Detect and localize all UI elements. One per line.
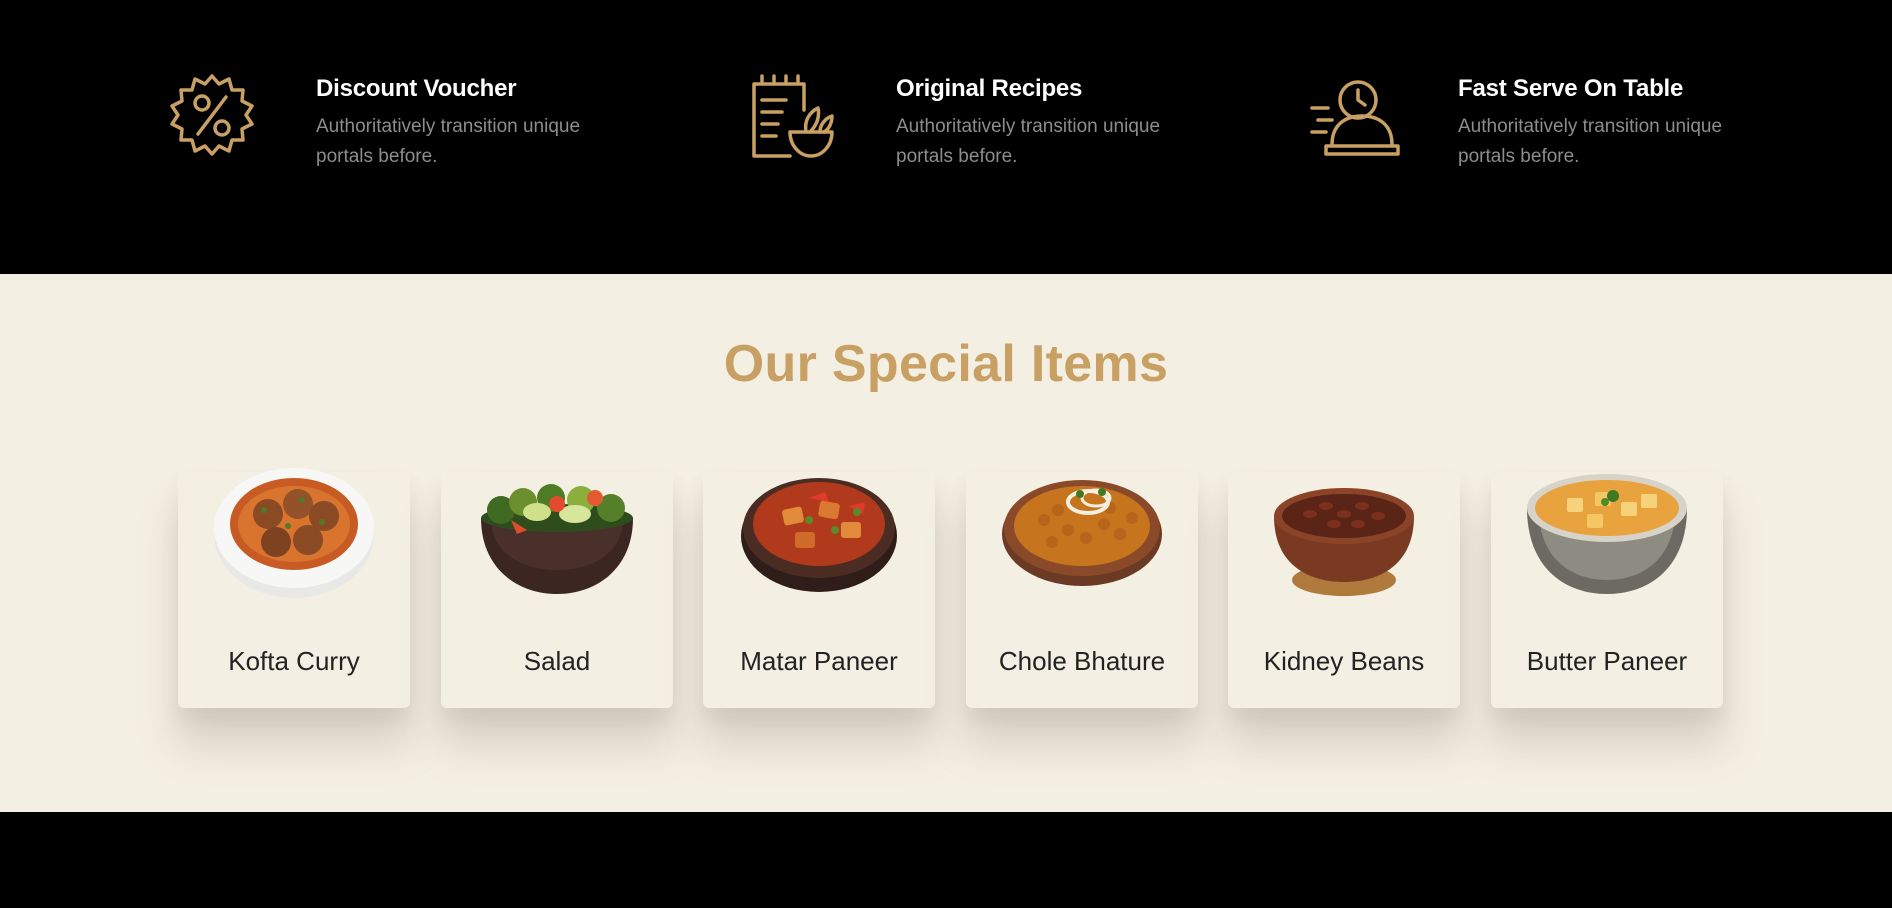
footer-band xyxy=(0,812,1892,908)
butter-paneer-image xyxy=(1517,458,1697,608)
recipe-notebook-icon xyxy=(746,70,838,162)
feature-title: Original Recipes xyxy=(896,75,1083,102)
feature-title: Discount Voucher xyxy=(316,75,517,102)
serving-cloche-clock-icon xyxy=(1308,70,1400,162)
menu-item-card[interactable]: Kofta Curry xyxy=(178,468,410,708)
feature-description: Authoritatively transition unique portal… xyxy=(1458,116,1723,167)
section-title: Our Special Items xyxy=(723,335,1169,393)
menu-item-name: Chole Bhature xyxy=(998,646,1166,676)
feature-title: Fast Serve On Table xyxy=(1458,75,1684,102)
menu-item-card[interactable]: Kidney Beans xyxy=(1228,472,1460,708)
menu-item-card[interactable]: Butter Paneer xyxy=(1491,472,1723,708)
feature-fast-serve: Fast Serve On Table Authoritatively tran… xyxy=(1308,70,1778,172)
matar-paneer-image xyxy=(729,458,909,608)
menu-item-name: Matar Paneer xyxy=(740,646,898,676)
discount-badge-icon xyxy=(166,70,258,162)
salad-image xyxy=(467,458,647,608)
feature-discount-voucher: Discount Voucher Authoritatively transit… xyxy=(166,70,636,172)
feature-description: Authoritatively transition unique portal… xyxy=(316,116,581,167)
menu-item-name: Kidney Beans xyxy=(1263,646,1425,676)
kidney-beans-image xyxy=(1254,458,1434,608)
feature-original-recipes: Original Recipes Authoritatively transit… xyxy=(746,70,1216,172)
menu-item-name: Kofta Curry xyxy=(228,646,360,676)
menu-item-name: Salad xyxy=(523,646,591,676)
feature-description: Authoritatively transition unique portal… xyxy=(896,116,1161,167)
kofta-curry-image xyxy=(204,458,384,608)
menu-item-card[interactable]: Matar Paneer xyxy=(703,472,935,708)
menu-item-card[interactable]: Chole Bhature xyxy=(966,472,1198,708)
chole-image xyxy=(992,458,1172,608)
special-items-section: Our Special Items Kofta Curry Salad Mata… xyxy=(0,274,1892,812)
menu-item-card[interactable]: Salad xyxy=(441,472,673,708)
features-strip: Discount Voucher Authoritatively transit… xyxy=(0,0,1892,274)
menu-item-name: Butter Paneer xyxy=(1526,646,1688,676)
